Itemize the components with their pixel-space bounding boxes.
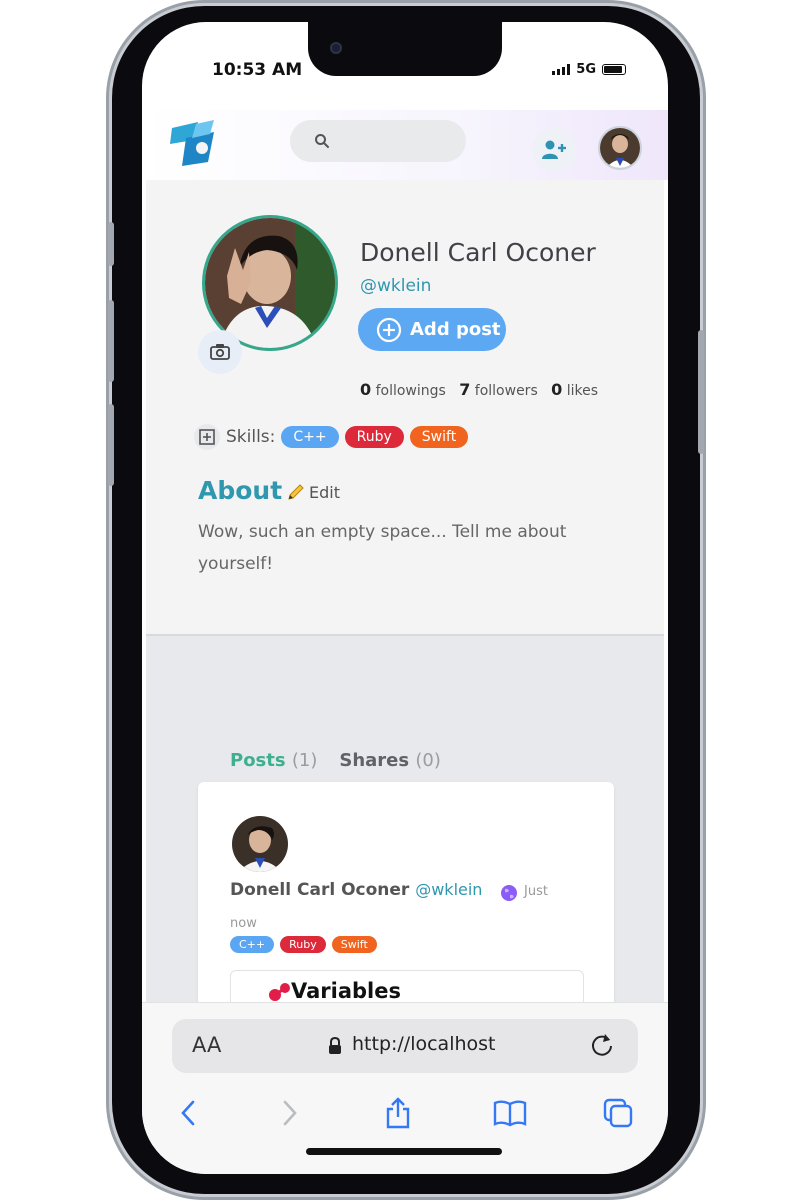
book-icon (493, 1100, 527, 1127)
reload-icon[interactable] (588, 1031, 616, 1059)
search-input[interactable] (290, 120, 466, 162)
profile-tabs: Posts (1) Shares (0) (230, 750, 441, 771)
profile-stats: 0 followings 7 followers 0 likes (360, 380, 598, 399)
volume-up-button (108, 300, 114, 382)
bookmarks-button[interactable] (492, 1095, 528, 1131)
likes-count: 0 (551, 380, 563, 399)
tab-shares-count: (0) (415, 750, 441, 771)
notch (308, 22, 502, 76)
tab-shares[interactable]: Shares (0) (339, 750, 441, 771)
post-author-avatar[interactable] (232, 816, 288, 872)
mute-switch (108, 222, 114, 266)
about-text: Wow, such an empty space... Tell me abou… (198, 522, 567, 574)
status-time: 10:53 AM (212, 60, 303, 80)
profile-section: Donell Carl Oconer @wklein Add post 0 fo… (146, 180, 664, 636)
tab-posts-count: (1) (291, 750, 318, 771)
embed-title: Variables (291, 979, 401, 1003)
back-button[interactable] (170, 1095, 206, 1131)
about-edit-label: Edit (309, 482, 340, 502)
post-author[interactable]: Donell Carl Oconer @wklein (230, 880, 482, 900)
tabs-button[interactable] (600, 1095, 636, 1131)
followings-count: 0 (360, 380, 372, 399)
network-label: 5G (576, 62, 596, 77)
post-tag: C++ (230, 936, 275, 953)
tab-shares-label: Shares (339, 750, 410, 771)
tab-posts[interactable]: Posts (1) (230, 750, 317, 771)
plus-circle-icon (376, 317, 402, 342)
add-post-button[interactable]: Add post (358, 308, 506, 351)
lock-icon (329, 1037, 341, 1054)
share-button[interactable] (380, 1095, 416, 1131)
post-tags: C++ Ruby Swift (230, 936, 377, 953)
skill-badge: Ruby (344, 426, 404, 448)
post-author-name: Donell Carl Oconer (230, 880, 410, 900)
globe-icon (501, 885, 517, 901)
change-photo-button[interactable] (198, 330, 242, 374)
profile-handle[interactable]: @wklein (360, 276, 431, 296)
add-box-icon (199, 429, 215, 445)
volume-down-button (108, 404, 114, 486)
forward-button[interactable] (272, 1095, 308, 1131)
edit-skills-button[interactable] (194, 424, 220, 450)
followers-count: 7 (459, 380, 471, 399)
likes-label: likes (566, 383, 598, 399)
signal-icon (552, 64, 571, 75)
address-bar[interactable]: AA http://localhost (172, 1019, 638, 1073)
battery-icon (602, 64, 626, 75)
tabs-icon (603, 1098, 633, 1128)
post-author-handle: @wklein (415, 880, 483, 899)
status-indicators: 5G (552, 62, 626, 77)
browser-nav (142, 1095, 668, 1135)
skill-badge: Swift (409, 426, 469, 448)
user-avatar[interactable] (598, 126, 642, 170)
app-header (142, 110, 668, 180)
post-tag: Swift (331, 936, 377, 953)
profile-name: Donell Carl Oconer (360, 238, 596, 267)
add-friend-button[interactable] (532, 128, 576, 172)
power-button (698, 330, 704, 454)
followers-label[interactable]: followers (475, 383, 538, 399)
post-time: Just (524, 884, 548, 899)
tab-posts-label: Posts (230, 750, 286, 771)
about-edit-button[interactable]: Edit (286, 482, 340, 502)
followings-label[interactable]: followings (376, 383, 446, 399)
home-indicator[interactable] (306, 1148, 502, 1155)
about-heading: About (198, 476, 283, 505)
app-logo-icon[interactable] (168, 118, 220, 170)
pencil-icon (288, 484, 304, 500)
url-text[interactable]: http://localhost (352, 1033, 496, 1055)
skills-label: Skills: (226, 427, 276, 447)
phone-screen: 10:53 AM 5G Donell Carl Oconer @wklein A… (142, 22, 668, 1174)
chevron-right-icon (283, 1100, 297, 1126)
skills-row: Skills: C++ Ruby Swift (194, 424, 469, 450)
post-time-continued: now (230, 916, 257, 931)
front-camera (330, 42, 342, 54)
text-size-button[interactable]: AA (192, 1033, 221, 1057)
post-card[interactable]: Donell Carl Oconer @wklein Just now C++ … (198, 782, 614, 1032)
skill-badge: C++ (281, 426, 339, 448)
camera-icon (210, 344, 230, 360)
share-icon (386, 1097, 410, 1129)
chevron-left-icon (181, 1100, 195, 1126)
add-friend-icon (542, 140, 566, 159)
add-post-label: Add post (410, 319, 501, 340)
search-icon (315, 134, 329, 148)
molecule-icon (269, 983, 290, 1001)
post-tag: Ruby (280, 936, 326, 953)
